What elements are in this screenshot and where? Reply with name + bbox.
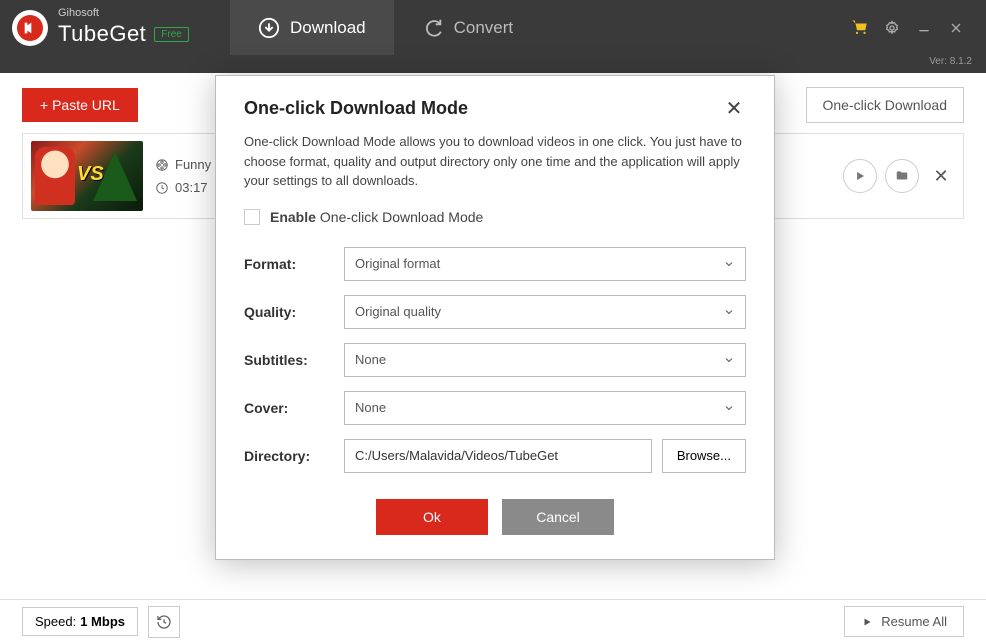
video-duration: 03:17: [175, 180, 208, 195]
remove-item-button[interactable]: ✕: [927, 162, 955, 190]
brand-name: TubeGet: [58, 21, 146, 47]
directory-label: Directory:: [244, 448, 344, 464]
close-icon[interactable]: [940, 12, 972, 44]
history-button[interactable]: [148, 606, 180, 638]
resume-all-button[interactable]: Resume All: [844, 606, 964, 637]
enable-bold: Enable: [270, 209, 316, 225]
free-badge: Free: [154, 27, 189, 42]
dialog-close-button[interactable]: ✕: [722, 96, 746, 120]
subtitles-select[interactable]: None: [344, 343, 746, 377]
chevron-down-icon: [723, 258, 735, 270]
app-logo: [12, 10, 48, 46]
quality-label: Quality:: [244, 304, 344, 320]
cover-value: None: [355, 400, 386, 415]
clock-icon: [155, 181, 169, 195]
quality-value: Original quality: [355, 304, 441, 319]
main-tabs: Download Convert: [230, 0, 541, 55]
ok-button[interactable]: Ok: [376, 499, 488, 535]
dialog-title: One-click Download Mode: [244, 98, 468, 119]
gear-icon[interactable]: [876, 12, 908, 44]
one-click-dialog: One-click Download Mode ✕ One-click Down…: [215, 75, 775, 560]
enable-rest: One-click Download Mode: [320, 209, 483, 225]
tab-download-label: Download: [290, 18, 366, 38]
quality-select[interactable]: Original quality: [344, 295, 746, 329]
chevron-down-icon: [723, 402, 735, 414]
film-icon: [155, 158, 169, 172]
tab-convert-label: Convert: [454, 18, 514, 38]
enable-checkbox-row[interactable]: Enable One-click Download Mode: [244, 209, 746, 225]
browse-button[interactable]: Browse...: [662, 439, 746, 473]
enable-checkbox[interactable]: [244, 209, 260, 225]
tab-convert[interactable]: Convert: [394, 0, 542, 55]
one-click-download-button[interactable]: One-click Download: [806, 87, 965, 123]
speed-label: Speed:: [35, 614, 76, 629]
footer: Speed: 1 Mbps Resume All: [0, 599, 986, 643]
subtitles-label: Subtitles:: [244, 352, 344, 368]
cart-icon[interactable]: [844, 12, 876, 44]
version-label: Ver: 8.1.2: [929, 56, 972, 67]
format-select[interactable]: Original format: [344, 247, 746, 281]
cover-select[interactable]: None: [344, 391, 746, 425]
dialog-description: One-click Download Mode allows you to do…: [244, 132, 746, 191]
open-folder-button[interactable]: [885, 159, 919, 193]
subtitles-value: None: [355, 352, 386, 367]
directory-input[interactable]: [344, 439, 652, 473]
resume-label: Resume All: [881, 614, 947, 629]
play-button[interactable]: [843, 159, 877, 193]
chevron-down-icon: [723, 354, 735, 366]
tab-download[interactable]: Download: [230, 0, 394, 55]
paste-url-button[interactable]: + Paste URL: [22, 88, 138, 122]
cancel-button[interactable]: Cancel: [502, 499, 614, 535]
format-value: Original format: [355, 256, 440, 271]
play-icon: [861, 616, 873, 628]
header: Gihosoft TubeGet Free Download Convert: [0, 0, 986, 55]
brand: Gihosoft TubeGet Free: [0, 8, 230, 47]
brand-company: Gihosoft: [58, 8, 189, 19]
speed-selector[interactable]: Speed: 1 Mbps: [22, 607, 138, 636]
format-label: Format:: [244, 256, 344, 272]
speed-value: 1 Mbps: [80, 614, 125, 629]
minimize-icon[interactable]: [908, 12, 940, 44]
chevron-down-icon: [723, 306, 735, 318]
video-thumbnail: VS: [31, 141, 143, 211]
cover-label: Cover:: [244, 400, 344, 416]
